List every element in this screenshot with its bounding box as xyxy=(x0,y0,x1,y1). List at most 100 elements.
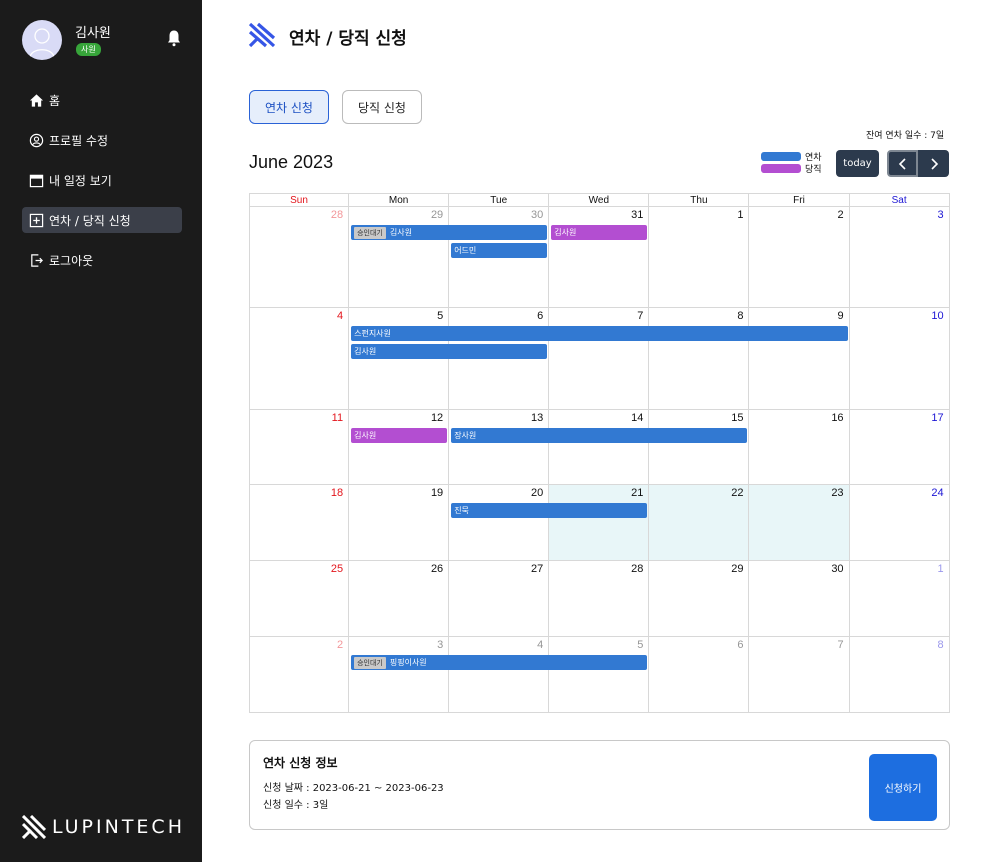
event-label: 김사원 xyxy=(554,228,577,237)
nav-home-label: 홈 xyxy=(49,93,61,108)
tab-leave-request[interactable]: 연차 신청 xyxy=(249,90,329,124)
calendar-day-cell[interactable]: 23 xyxy=(749,485,850,561)
calendar-day-cell[interactable]: 14 xyxy=(549,410,650,485)
event-label: 김사원 xyxy=(389,228,412,237)
event-label: 김사원 xyxy=(354,347,377,356)
calendar-day-cell[interactable]: 12 xyxy=(349,410,450,485)
nav-my-schedule[interactable]: 내 일정 보기 xyxy=(22,167,182,193)
calendar-grid: Sun Mon Tue Wed Thu Fri Sat 28 29 30 31 1 2 3 4… xyxy=(249,193,950,713)
leave-event[interactable]: 승인대기 김사원 xyxy=(351,225,548,240)
day-number: 24 xyxy=(931,487,944,499)
calendar-week: 25 26 27 28 29 30 1 xyxy=(249,561,950,637)
lupintech-logo-icon xyxy=(22,815,46,839)
calendar-day-cell[interactable]: 30 xyxy=(749,561,850,637)
calendar-day-cell[interactable]: 18 xyxy=(249,485,350,561)
leave-event[interactable]: 장사원 xyxy=(451,428,748,443)
calendar-day-cell[interactable]: 3 xyxy=(349,637,450,713)
calendar-day-cell[interactable]: 4 xyxy=(249,308,350,410)
tab-duty-request[interactable]: 당직 신청 xyxy=(342,90,422,124)
calendar-day-cell[interactable]: 20 xyxy=(449,485,550,561)
calendar-day-cell[interactable]: 2 xyxy=(749,207,850,308)
day-number: 1 xyxy=(937,563,944,575)
calendar-day-cell[interactable]: 3 xyxy=(849,207,950,308)
nav-logout-label: 로그아웃 xyxy=(49,253,94,268)
day-number: 2 xyxy=(837,209,844,221)
calendar-day-cell[interactable]: 26 xyxy=(349,561,450,637)
calendar-day-cell[interactable]: 27 xyxy=(449,561,550,637)
calendar-day-cell[interactable]: 17 xyxy=(849,410,950,485)
weekday-tue: Tue xyxy=(449,193,550,207)
calendar-day-cell[interactable]: 28 xyxy=(249,207,350,308)
calendar-day-cell[interactable]: 19 xyxy=(349,485,450,561)
nav-leave-duty-request[interactable]: 연차 / 당직 신청 xyxy=(22,207,182,233)
day-number: 29 xyxy=(430,209,444,221)
calendar-day-cell[interactable]: 15 xyxy=(649,410,750,485)
event-label: 스펀지사원 xyxy=(354,329,391,338)
day-number: 7 xyxy=(637,310,644,322)
calendar-month-title: June 2023 xyxy=(249,152,334,172)
today-button[interactable]: today xyxy=(836,150,879,177)
calendar-week: 11 12 13 14 15 16 17 xyxy=(249,410,950,485)
day-number: 16 xyxy=(831,412,844,424)
bell-icon[interactable] xyxy=(165,29,183,47)
avatar[interactable] xyxy=(22,20,62,60)
weekday-thu: Thu xyxy=(649,193,750,207)
calendar-day-cell[interactable]: 7 xyxy=(549,308,650,410)
calendar-day-cell[interactable]: 16 xyxy=(749,410,850,485)
nav-profile-edit[interactable]: 프로필 수정 xyxy=(22,127,182,153)
calendar-week: 4 5 6 7 8 9 10 xyxy=(249,308,950,410)
day-number: 12 xyxy=(430,412,444,424)
nav-logout[interactable]: 로그아웃 xyxy=(22,247,182,273)
calendar-day-cell[interactable]: 4 xyxy=(449,637,550,713)
calendar-day-cell[interactable]: 6 xyxy=(649,637,750,713)
apply-button[interactable]: 신청하기 xyxy=(869,754,937,821)
leave-event[interactable]: 승인대기 핑핑이사원 xyxy=(351,655,648,670)
prev-month-button[interactable] xyxy=(887,150,918,177)
day-number: 14 xyxy=(631,412,644,424)
calendar-day-cell[interactable]: 1 xyxy=(849,561,950,637)
calendar-day-cell[interactable]: 22 xyxy=(649,485,750,561)
logout-icon xyxy=(31,253,43,267)
legend-duty-label: 당직 xyxy=(805,164,822,175)
nav-home[interactable]: 홈 xyxy=(22,87,182,113)
calendar-day-cell[interactable]: 13 xyxy=(449,410,550,485)
role-badge: 사원 xyxy=(76,43,101,56)
calendar-day-cell[interactable]: 5 xyxy=(349,308,450,410)
duty-event[interactable]: 김사원 xyxy=(351,428,448,443)
leave-event[interactable]: 진묵 xyxy=(451,503,648,518)
duty-event[interactable]: 김사원 xyxy=(551,225,648,240)
leave-request-info-panel: 연차 신청 정보 신청 날짜 : 2023-06-21 ~ 2023-06-23… xyxy=(249,740,950,830)
calendar-day-cell[interactable]: 25 xyxy=(249,561,350,637)
leave-event[interactable]: 어드민 xyxy=(451,243,548,258)
weekday-header: Sun Mon Tue Wed Thu Fri Sat xyxy=(249,193,950,207)
day-number: 4 xyxy=(336,310,344,322)
day-number: 7 xyxy=(837,639,844,651)
day-number: 22 xyxy=(731,487,744,499)
event-label: 핑핑이사원 xyxy=(389,658,427,667)
calendar-day-cell[interactable]: 28 xyxy=(549,561,650,637)
calendar-day-cell[interactable]: 6 xyxy=(449,308,550,410)
day-number: 9 xyxy=(837,310,844,322)
legend-leave: 연차 xyxy=(761,150,822,163)
event-label: 장사원 xyxy=(454,431,477,440)
calendar-day-cell[interactable]: 9 xyxy=(749,308,850,410)
calendar-day-cell[interactable]: 8 xyxy=(649,308,750,410)
leave-event[interactable]: 김사원 xyxy=(351,344,548,359)
calendar-day-cell[interactable]: 1 xyxy=(649,207,750,308)
weekday-fri: Fri xyxy=(749,193,850,207)
calendar-day-cell[interactable]: 21 xyxy=(549,485,650,561)
calendar-day-cell[interactable]: 5 xyxy=(549,637,650,713)
calendar-day-cell[interactable]: 31 xyxy=(549,207,650,308)
calendar-day-cell[interactable]: 2 xyxy=(249,637,350,713)
calendar-day-cell[interactable]: 7 xyxy=(749,637,850,713)
leave-event[interactable]: 스펀지사원 xyxy=(351,326,848,341)
calendar-day-cell[interactable]: 10 xyxy=(849,308,950,410)
calendar-day-cell[interactable]: 29 xyxy=(649,561,750,637)
calendar-day-cell[interactable]: 8 xyxy=(849,637,950,713)
next-month-button[interactable] xyxy=(918,150,949,177)
calendar-day-cell[interactable]: 11 xyxy=(249,410,350,485)
calendar-day-cell[interactable]: 24 xyxy=(849,485,950,561)
calendar-day-cell[interactable]: 29 xyxy=(349,207,450,308)
info-request-days: 신청 일수 : 3일 xyxy=(263,800,329,811)
legend-leave-swatch xyxy=(761,151,801,161)
